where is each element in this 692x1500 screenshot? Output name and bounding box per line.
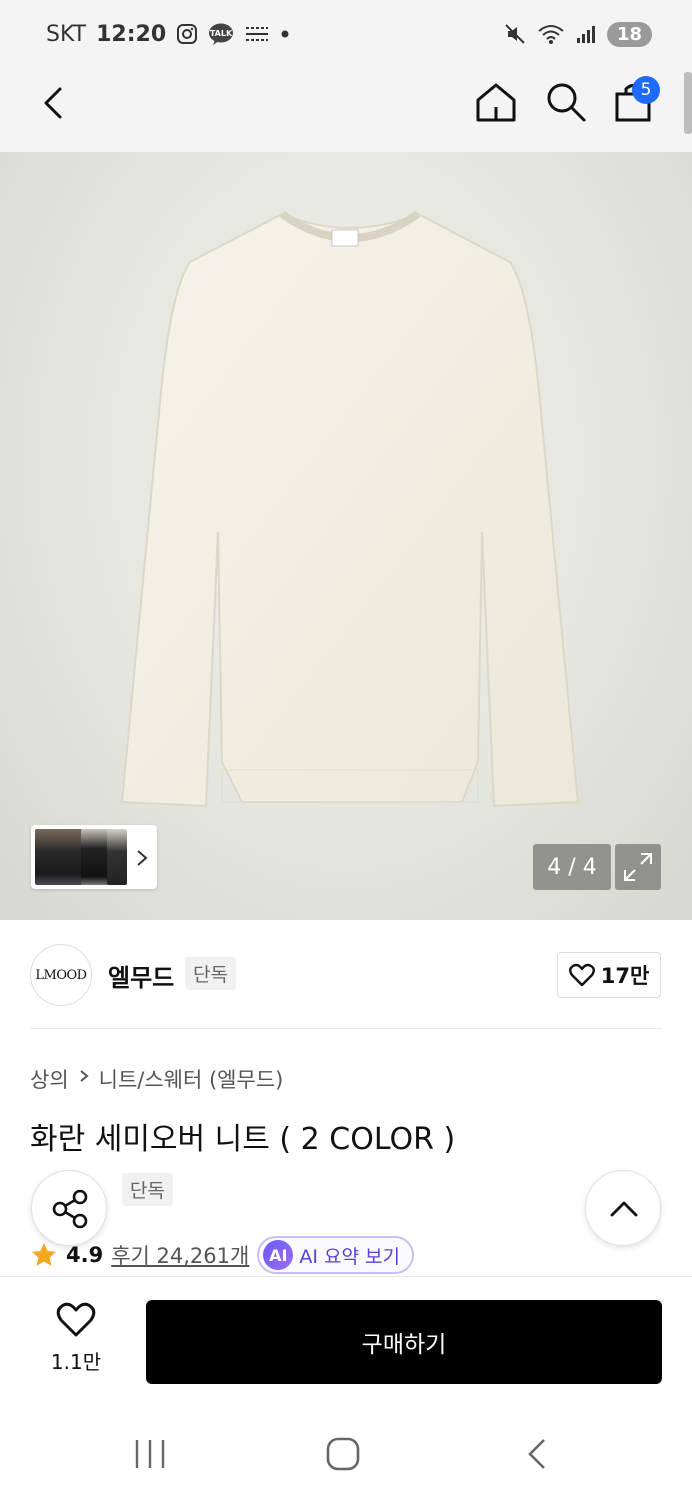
expand-button[interactable] (615, 844, 661, 890)
recent-apps-icon[interactable] (130, 1436, 170, 1472)
search-icon[interactable] (544, 80, 588, 124)
thumbnail-1[interactable] (35, 829, 83, 885)
mute-icon (505, 24, 525, 44)
back-icon[interactable] (38, 86, 72, 120)
breadcrumb: 상의 니트/스웨터 (엘무드) (30, 1064, 283, 1094)
brand-logo[interactable]: LMOOD (30, 944, 92, 1006)
wifi-icon (538, 25, 564, 44)
scrollbar[interactable] (684, 72, 692, 134)
rating-value: 4.9 (66, 1243, 104, 1267)
thumbnail-strip[interactable] (31, 825, 157, 889)
wishlist-count: 1.1만 (50, 1350, 102, 1374)
star-icon (32, 1243, 56, 1266)
chevron-up-icon (610, 1201, 638, 1217)
clock: 12:20 (96, 21, 167, 47)
image-counter: 4 / 4 (533, 844, 611, 890)
brand-like-button[interactable]: 17만 (557, 952, 661, 998)
share-button[interactable] (31, 1170, 107, 1246)
heart-icon (568, 963, 595, 987)
cart-count-badge: 5 (632, 76, 660, 104)
ai-summary-button[interactable]: AI AI 요약 보기 (257, 1236, 414, 1274)
system-nav-bar (0, 1410, 692, 1500)
status-bar: SKT 12:20 TALK 18 (0, 0, 692, 68)
product-title: 화란 세미오버 니트 ( 2 COLOR ) (30, 1122, 456, 1157)
rating-row: 4.9 후기 24,261개 AI AI 요약 보기 (30, 1236, 414, 1274)
notification-icon (246, 27, 269, 41)
carrier-label: SKT (46, 21, 87, 47)
home-nav-icon[interactable] (324, 1436, 362, 1472)
heart-icon (56, 1302, 96, 1337)
dot-icon (281, 30, 289, 38)
chevron-right-icon[interactable] (135, 849, 149, 867)
app-header (0, 68, 692, 152)
buy-button[interactable]: 구매하기 (146, 1300, 662, 1384)
status-left: SKT 12:20 TALK (46, 22, 290, 47)
product-image (120, 210, 580, 808)
kakaotalk-label: TALK (210, 29, 233, 38)
ai-summary-label: AI 요약 보기 (299, 1245, 400, 1268)
instagram-icon (177, 24, 198, 44)
breadcrumb-subcategory[interactable]: 니트/스웨터 (엘무드) (99, 1064, 284, 1094)
brand-like-count: 17만 (600, 964, 650, 988)
thumbnail-3[interactable] (107, 829, 127, 885)
back-nav-icon[interactable] (522, 1436, 552, 1472)
product-image-gallery[interactable]: 4 / 4 (0, 152, 692, 920)
battery-icon: 18 (606, 21, 652, 47)
brand-name[interactable]: 엘무드 (108, 958, 174, 993)
status-right: 18 (503, 21, 652, 47)
product-tag: 단독 (121, 1173, 173, 1206)
scroll-top-button[interactable] (585, 1170, 661, 1246)
chevron-right-icon (80, 1070, 89, 1082)
ai-badge-icon: AI (263, 1240, 294, 1270)
breadcrumb-category[interactable]: 상의 (30, 1064, 69, 1094)
divider (30, 1028, 662, 1029)
bottom-bar-divider (0, 1276, 692, 1277)
brand-row: LMOOD 엘무드 단독 17만 (30, 940, 662, 1010)
wishlist-button[interactable]: 1.1만 (40, 1302, 112, 1375)
signal-icon (576, 26, 595, 43)
kakaotalk-icon: TALK (209, 23, 234, 45)
exclusive-badge: 단독 (185, 957, 236, 990)
review-link[interactable]: 후기 24,261개 (111, 1240, 249, 1270)
expand-icon (624, 853, 652, 881)
home-icon[interactable] (474, 80, 518, 124)
